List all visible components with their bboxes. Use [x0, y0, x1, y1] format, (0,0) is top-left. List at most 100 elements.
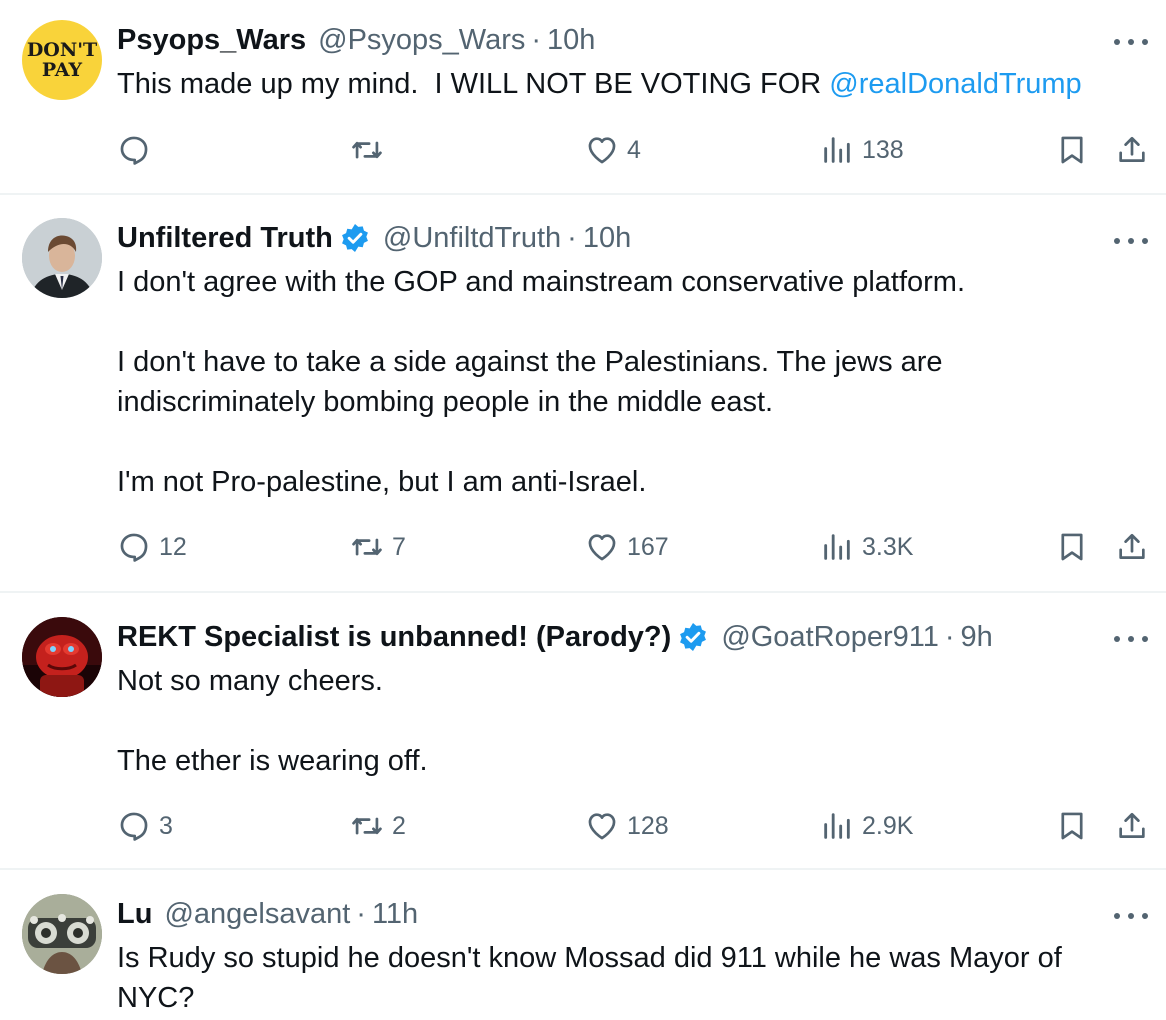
tweet[interactable]: Unfiltered Truth @UnfiltdTruth · 10h I d…: [0, 195, 1166, 591]
reply-count: 3: [159, 811, 173, 840]
display-name[interactable]: Lu: [117, 898, 152, 931]
tweet-paragraph: I'm not Pro-palestine, but I am anti-Isr…: [117, 466, 647, 498]
reply-icon: [120, 136, 148, 165]
tweet[interactable]: Lu @angelsavant · 11h Is Rudy so stupid …: [0, 870, 1166, 1020]
tweet[interactable]: DON'T PAY Psyops_Wars @Psyops_Wars · 10h…: [0, 0, 1166, 194]
tweet-paragraph: Not so many cheers.: [117, 665, 383, 697]
share-button[interactable]: [1115, 130, 1149, 170]
views-chart-icon: [824, 534, 850, 560]
tweet-paragraph: I don't agree with the GOP and mainstrea…: [117, 266, 966, 298]
avatar[interactable]: DON'T PAY: [22, 20, 102, 100]
reply-button[interactable]: [117, 130, 159, 170]
bookmark-button[interactable]: [1055, 806, 1089, 846]
tweet-text: Not so many cheers. The ether is wearing…: [117, 661, 1127, 781]
reply-button[interactable]: 12: [117, 527, 187, 567]
bookmark-icon: [1061, 812, 1083, 840]
bookmark-icon: [1061, 136, 1083, 164]
separator-dot: ·: [531, 23, 542, 56]
view-count: 2.9K: [862, 811, 914, 840]
bookmark-button[interactable]: [1055, 130, 1089, 170]
tweet-actions: 3 2 128 2.9K: [117, 806, 1157, 846]
portrait-photo: [22, 218, 102, 298]
heart-icon: [588, 534, 616, 561]
separator-dot: ·: [567, 221, 577, 254]
tweet-actions: 12 7 167 3.3K: [117, 527, 1157, 567]
like-button[interactable]: 167: [585, 527, 669, 567]
display-name[interactable]: Psyops_Wars: [117, 24, 306, 57]
more-options-icon[interactable]: [1114, 32, 1148, 52]
timestamp[interactable]: 10h: [547, 24, 595, 57]
reply-button[interactable]: 3: [117, 806, 173, 846]
red-frog-avatar-photo: [22, 617, 102, 697]
avatar[interactable]: [22, 617, 102, 697]
separator-dot: ·: [944, 620, 955, 653]
timestamp[interactable]: 9h: [961, 621, 993, 654]
heart-icon: [588, 813, 616, 840]
bookmark-button[interactable]: [1055, 527, 1089, 567]
repost-button[interactable]: 2: [350, 806, 406, 846]
tweet-paragraph: The ether is wearing off.: [117, 745, 428, 777]
views-chart-icon: [824, 813, 850, 839]
tweet-actions: 4 138: [117, 130, 1157, 170]
display-name[interactable]: Unfiltered Truth: [117, 222, 333, 255]
repost-icon: [352, 817, 382, 835]
tweet-text: Is Rudy so stupid he doesn't know Mossad…: [117, 938, 1127, 1018]
view-count: 138: [862, 135, 904, 164]
tweet-header: Unfiltered Truth @UnfiltdTruth · 10h: [117, 218, 631, 258]
tweet-header: REKT Specialist is unbanned! (Parody?) @…: [117, 617, 993, 657]
timestamp[interactable]: 10h: [583, 222, 631, 255]
repost-button[interactable]: [350, 130, 392, 170]
tweet-header: Psyops_Wars @Psyops_Wars · 10h: [117, 20, 595, 60]
tweet-text: This made up my mind. I WILL NOT BE VOTI…: [117, 64, 1127, 104]
views-button[interactable]: 3.3K: [820, 527, 913, 567]
repost-count: 2: [392, 811, 406, 840]
repost-button[interactable]: 7: [350, 527, 406, 567]
tweet[interactable]: REKT Specialist is unbanned! (Parody?) @…: [0, 593, 1166, 869]
views-chart-icon: [824, 137, 850, 163]
tweet-header: Lu @angelsavant · 11h: [117, 894, 418, 934]
avatar[interactable]: [22, 218, 102, 298]
user-handle[interactable]: @UnfiltdTruth: [383, 222, 561, 255]
timestamp[interactable]: 11h: [372, 898, 418, 931]
view-count: 3.3K: [862, 532, 914, 561]
views-button[interactable]: 138: [820, 130, 904, 170]
reply-icon: [120, 533, 148, 562]
separator-dot: ·: [356, 897, 366, 930]
bookmark-icon: [1061, 533, 1083, 561]
display-name[interactable]: REKT Specialist is unbanned! (Parody?): [117, 621, 671, 654]
tweet-text: I don't agree with the GOP and mainstrea…: [117, 262, 1017, 502]
like-button[interactable]: 128: [585, 806, 669, 846]
user-handle[interactable]: @GoatRoper911: [721, 621, 939, 654]
verified-badge-icon: [341, 224, 368, 252]
repost-icon: [352, 538, 382, 556]
dont-pay-logo: DON'T PAY: [27, 39, 97, 81]
share-button[interactable]: [1115, 527, 1149, 567]
reply-icon: [120, 812, 148, 841]
heart-icon: [588, 137, 616, 164]
repost-count: 7: [392, 532, 406, 561]
share-icon: [1119, 812, 1145, 838]
user-handle[interactable]: @angelsavant: [164, 898, 350, 931]
verified-badge-icon: [680, 623, 707, 651]
more-options-icon[interactable]: [1114, 629, 1148, 649]
share-icon: [1119, 136, 1145, 162]
like-count: 4: [627, 135, 641, 164]
mention-link[interactable]: @realDonaldTrump: [829, 68, 1081, 100]
share-icon: [1119, 533, 1145, 559]
user-handle[interactable]: @Psyops_Wars: [318, 24, 525, 57]
repost-icon: [352, 141, 382, 159]
like-count: 167: [627, 532, 669, 561]
like-button[interactable]: 4: [585, 130, 641, 170]
reply-count: 12: [159, 532, 187, 561]
share-button[interactable]: [1115, 806, 1149, 846]
avatar[interactable]: [22, 894, 102, 974]
svg-text:DON'T: DON'T: [27, 39, 97, 61]
phoropter-avatar-photo: [22, 894, 102, 974]
tweet-text-content: This made up my mind. I WILL NOT BE VOTI…: [117, 68, 830, 100]
svg-text:PAY: PAY: [42, 59, 83, 81]
more-options-icon[interactable]: [1114, 906, 1148, 926]
views-button[interactable]: 2.9K: [820, 806, 913, 846]
more-options-icon[interactable]: [1114, 231, 1148, 251]
tweet-paragraph: I don't have to take a side against the …: [117, 346, 943, 418]
like-count: 128: [627, 811, 669, 840]
